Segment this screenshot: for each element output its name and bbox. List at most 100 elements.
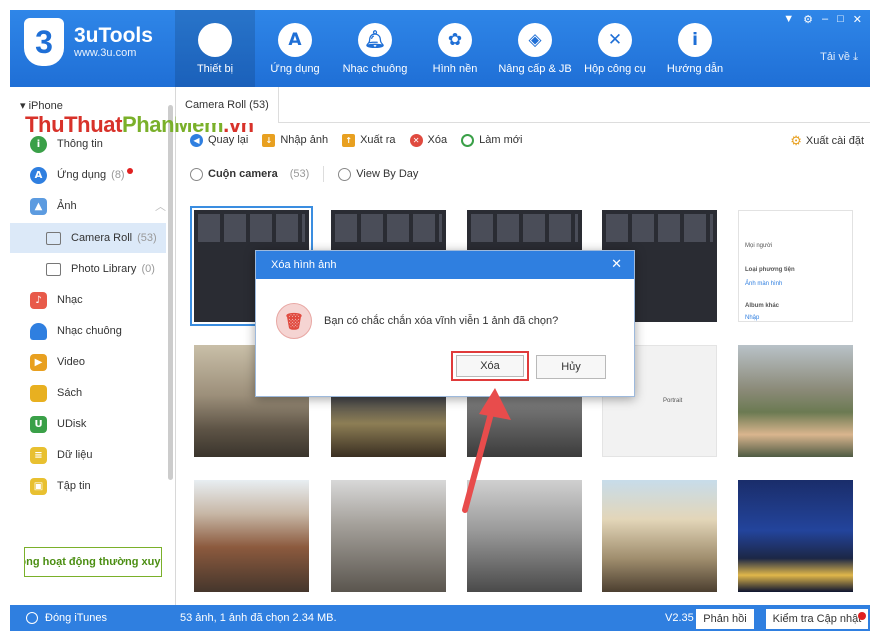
- delete-button[interactable]: ✕ Xóa: [409, 133, 447, 147]
- maximize-icon[interactable]: □: [837, 13, 844, 26]
- nav-label: Ứng dụng: [270, 62, 320, 75]
- sidebar-item-ringtones[interactable]: Nhạc chuông: [10, 316, 166, 346]
- photo-thumb[interactable]: [738, 345, 853, 457]
- app-url: www.3u.com: [74, 47, 137, 59]
- device-name: iPhone: [28, 100, 63, 112]
- close-icon[interactable]: ✕: [611, 257, 622, 272]
- cancel-button[interactable]: Hủy: [536, 355, 606, 379]
- sidebar-item-video[interactable]: ▶ Video: [10, 347, 166, 377]
- apple-icon: [198, 22, 232, 57]
- camera-roll-radio[interactable]: Cuộn camera (53): [190, 167, 309, 181]
- close-itunes-button[interactable]: Đóng iTunes: [26, 612, 107, 624]
- video-icon: ▶: [30, 353, 47, 371]
- radio-icon: [190, 167, 203, 181]
- close-icon[interactable]: ✕: [853, 13, 862, 26]
- sidebar-item-files[interactable]: ▣ Tập tin: [10, 471, 166, 501]
- sidebar-item-photos[interactable]: ▲ Ảnh ︿: [10, 191, 166, 221]
- export-button[interactable]: ↑ Xuất ra: [342, 133, 396, 147]
- device-header[interactable]: ▾ iPhone: [20, 99, 63, 112]
- nav-label: Hộp công cụ: [584, 62, 646, 75]
- info-icon: i: [30, 135, 47, 153]
- appstore-icon: A: [30, 166, 47, 184]
- nav-wallpapers[interactable]: ✿ Hình nền: [415, 10, 495, 87]
- dropbox-icon: ◈: [518, 22, 552, 57]
- nav-label: Nâng cấp & JB: [498, 62, 572, 75]
- data-icon: ≡: [30, 446, 47, 464]
- minimize-icon[interactable]: –: [822, 13, 828, 26]
- nav-apps[interactable]: A Ứng dụng: [255, 10, 335, 87]
- import-button[interactable]: ↓ Nhập ảnh: [262, 133, 328, 147]
- sidebar-scrollbar[interactable]: [168, 105, 173, 480]
- photo-thumb[interactable]: [331, 480, 446, 592]
- dialog-title-bar: Xóa hình ảnh ✕: [256, 251, 634, 279]
- flower-icon: ✿: [438, 22, 472, 57]
- file-icon: ▣: [30, 477, 47, 495]
- header: 3 3uTools www.3u.com Thiết bị A Ứng dụng …: [10, 10, 870, 87]
- trash-icon: 🗑︎: [276, 303, 312, 339]
- arrow-head: [479, 388, 511, 420]
- delete-icon: ✕: [409, 133, 423, 147]
- photo-thumb[interactable]: [194, 480, 309, 592]
- logo: 3 3uTools www.3u.com: [24, 18, 153, 66]
- circle-icon: [26, 612, 38, 624]
- export-settings-button[interactable]: ⚙ Xuất cài đặt: [790, 133, 864, 149]
- refresh-icon: [461, 133, 475, 147]
- back-icon: ◀: [190, 133, 203, 147]
- tools-icon: ✕: [598, 22, 632, 57]
- sidebar-item-music[interactable]: ♪ Nhạc: [10, 285, 166, 315]
- feedback-button[interactable]: Phản hồi: [696, 609, 754, 629]
- import-icon: ↓: [262, 133, 276, 147]
- promo-banner[interactable]: ông hoạt động thường xuyê: [24, 547, 162, 577]
- sidebar-item-udisk[interactable]: U UDisk: [10, 409, 166, 439]
- status-bar: Đóng iTunes 53 ảnh, 1 ảnh đã chọn 2.34 M…: [10, 605, 870, 631]
- check-update-button[interactable]: Kiểm tra Cập nhật: [766, 609, 868, 629]
- main-nav: Thiết bị A Ứng dụng 🔔︎ Nhạc chuông ✿ Hình n…: [175, 10, 735, 87]
- confirm-delete-button[interactable]: Xóa: [451, 351, 529, 381]
- nav-label: Nhạc chuông: [342, 62, 408, 75]
- view-by-day-radio[interactable]: View By Day: [338, 167, 418, 181]
- photo-thumb[interactable]: [738, 480, 853, 592]
- app-window: 3 3uTools www.3u.com Thiết bị A Ứng dụng …: [0, 0, 870, 631]
- nav-label: Thiết bị: [196, 62, 234, 75]
- sidebar-item-books[interactable]: Sách: [10, 378, 166, 408]
- arrow-shaft: [462, 403, 496, 513]
- filter-bar: Cuộn camera (53) View By Day: [176, 160, 870, 188]
- photo-icon: ▲: [30, 197, 47, 215]
- folder-icon: [46, 231, 61, 245]
- selection-info: 53 ảnh, 1 ảnh đã chọn 2.34 MB.: [180, 612, 337, 624]
- tab-camera-roll[interactable]: Camera Roll (53): [176, 87, 279, 123]
- shirt-icon[interactable]: ▼: [783, 13, 794, 26]
- logo-icon: 3: [24, 18, 64, 66]
- back-button[interactable]: ◀ Quay lại: [190, 133, 248, 147]
- sidebar-item-photo-library[interactable]: Photo Library (0): [10, 254, 166, 284]
- sidebar-item-camera-roll[interactable]: Camera Roll (53): [10, 223, 166, 253]
- bell-icon: 🔔︎: [358, 22, 392, 57]
- nav-flash-jb[interactable]: ◈ Nâng cấp & JB: [495, 10, 575, 87]
- chevron-up-icon: ︿: [155, 201, 166, 213]
- refresh-button[interactable]: Làm mới: [461, 133, 522, 147]
- usb-icon: U: [30, 415, 47, 433]
- download-icon: ⤓: [853, 51, 858, 63]
- download-button[interactable]: Tải về ⤓: [820, 51, 858, 64]
- app-name: 3uTools: [74, 24, 153, 47]
- dialog-title: Xóa hình ảnh: [271, 259, 337, 271]
- photo-thumb[interactable]: Mọi người Loại phương tiện Ảnh màn hình …: [738, 210, 853, 322]
- dialog-message: Bạn có chắc chắn xóa vĩnh viễn 1 ảnh đã …: [324, 315, 559, 327]
- bell-icon: [30, 322, 47, 340]
- nav-toolbox[interactable]: ✕ Hộp công cụ: [575, 10, 655, 87]
- book-icon: [30, 384, 47, 402]
- gear-icon[interactable]: ⚙: [803, 13, 813, 26]
- appstore-icon: A: [278, 22, 312, 57]
- nav-tutorials[interactable]: i Hướng dẫn: [655, 10, 735, 87]
- sidebar-item-data[interactable]: ≡ Dữ liệu: [10, 440, 166, 470]
- photo-thumb[interactable]: [602, 480, 717, 592]
- folder-icon: [46, 262, 61, 276]
- nav-ringtones[interactable]: 🔔︎ Nhạc chuông: [335, 10, 415, 87]
- gear-icon: ⚙: [790, 133, 802, 148]
- sidebar-item-apps[interactable]: A Ứng dụng (8): [10, 160, 166, 190]
- nav-label: Hình nền: [432, 62, 478, 75]
- notification-dot: [858, 612, 866, 620]
- music-icon: ♪: [30, 291, 47, 309]
- pointer-arrow: [462, 388, 511, 513]
- nav-device[interactable]: Thiết bị: [175, 10, 255, 87]
